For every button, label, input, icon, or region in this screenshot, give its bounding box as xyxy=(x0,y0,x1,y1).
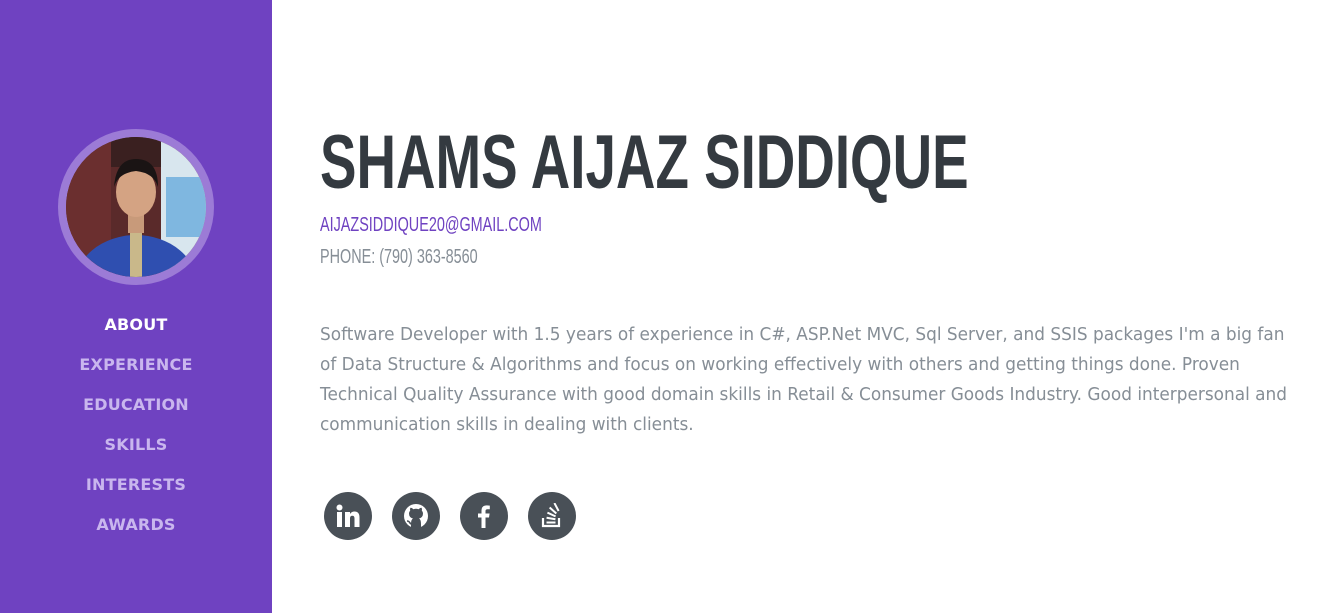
social-icons xyxy=(324,492,576,540)
nav-item-skills: SKILLS xyxy=(0,425,272,465)
profile-name: SHAMS AIJAZ SIDDIQUE xyxy=(320,120,969,205)
stack-overflow-button[interactable] xyxy=(528,492,576,540)
nav-link-about[interactable]: ABOUT xyxy=(104,315,167,334)
nav-item-awards: AWARDS xyxy=(0,505,272,545)
nav-item-interests: INTERESTS xyxy=(0,465,272,505)
github-button[interactable] xyxy=(392,492,440,540)
facebook-button[interactable] xyxy=(460,492,508,540)
nav-link-experience[interactable]: EXPERIENCE xyxy=(79,355,192,374)
profile-bio: Software Developer with 1.5 years of exp… xyxy=(320,324,1288,435)
about-section: SHAMS AIJAZ SIDDIQUE AIJAZSIDDIQUE20@GMA… xyxy=(320,0,1310,613)
avatar xyxy=(66,137,206,277)
nav-item-about: ABOUT xyxy=(0,305,272,345)
nav-link-skills[interactable]: SKILLS xyxy=(105,435,168,454)
nav-item-experience: EXPERIENCE xyxy=(0,345,272,385)
nav-item-education: EDUCATION xyxy=(0,385,272,425)
resume-page: ABOUT EXPERIENCE EDUCATION SKILLS INTERE… xyxy=(0,0,1334,613)
linkedin-icon xyxy=(336,504,360,527)
nav-link-awards[interactable]: AWARDS xyxy=(96,515,175,534)
linkedin-button[interactable] xyxy=(324,492,372,540)
nav-link-education[interactable]: EDUCATION xyxy=(83,395,189,414)
sidebar-nav: ABOUT EXPERIENCE EDUCATION SKILLS INTERE… xyxy=(0,305,272,545)
phone-number: PHONE: (790) 363-8560 xyxy=(320,246,478,268)
facebook-icon xyxy=(478,505,490,528)
github-icon xyxy=(404,504,428,528)
nav-link-interests[interactable]: INTERESTS xyxy=(86,475,186,494)
stack-overflow-icon xyxy=(541,503,561,528)
email-link[interactable]: AIJAZSIDDIQUE20@GMAIL.COM xyxy=(320,212,542,238)
sidebar: ABOUT EXPERIENCE EDUCATION SKILLS INTERE… xyxy=(0,0,272,613)
profile-photo xyxy=(66,137,206,277)
avatar-ring xyxy=(58,129,214,285)
